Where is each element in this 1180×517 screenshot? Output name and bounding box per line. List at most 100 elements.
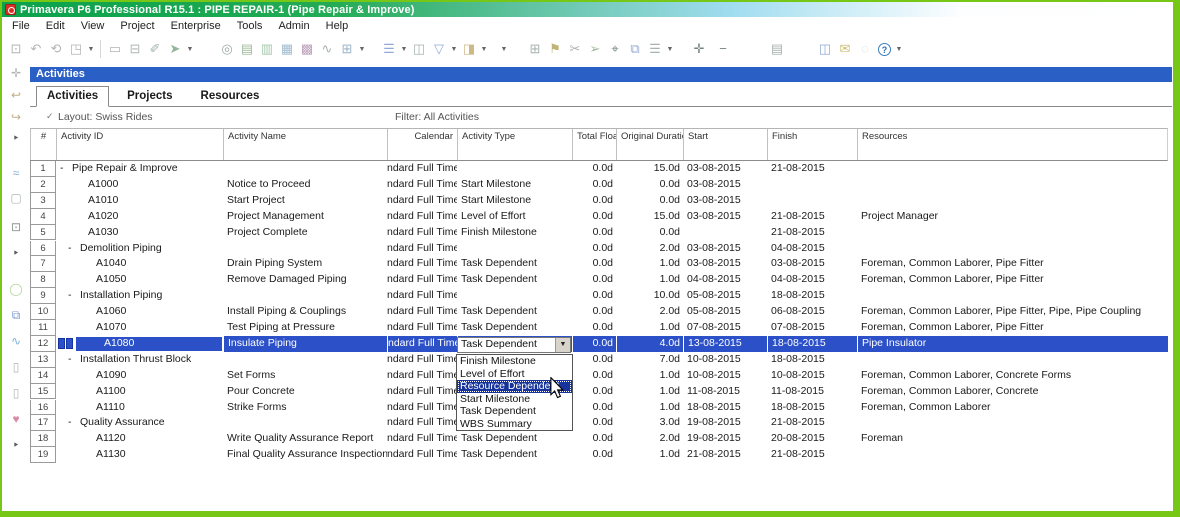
- cell-id[interactable]: A1010: [56, 193, 223, 209]
- table-row[interactable]: 13- Installation Thrust Block ndard Full T…: [30, 351, 1168, 368]
- anchor-icon[interactable]: ⌖: [605, 39, 625, 59]
- tab-resources[interactable]: Resources: [191, 87, 270, 106]
- cell-calendar[interactable]: ndard Full Time: [387, 304, 457, 320]
- activity-type-combo[interactable]: Task Dependent ▼: [457, 337, 571, 353]
- cell-calendar[interactable]: ndard Full Time: [387, 320, 457, 336]
- menu-item-admin[interactable]: Admin: [278, 20, 309, 32]
- cell-total_float[interactable]: 0.0d: [572, 447, 616, 463]
- table-row[interactable]: 11 A1070 Test Piping at Pressure ndard Full…: [30, 320, 1168, 336]
- table-row[interactable]: 19 A1130 Final Quality Assurance Inspectio…: [30, 447, 1168, 464]
- pan-icon[interactable]: ✛: [2, 66, 30, 80]
- dropdown-caret-icon[interactable]: ▼: [399, 46, 409, 53]
- small-arrow-icon[interactable]: ‣: [2, 131, 30, 145]
- cell-orig_duration[interactable]: 2.0d: [616, 241, 683, 257]
- cell-orig_duration[interactable]: 0.0d: [616, 225, 683, 241]
- undo-icon[interactable]: ↶: [26, 39, 46, 59]
- layout-toggle-icon[interactable]: ✓: [46, 111, 54, 122]
- cell-name[interactable]: Set Forms: [223, 368, 387, 384]
- table-row[interactable]: 4 A1020 Project Management ndard Full Time L…: [30, 208, 1168, 225]
- cell-id[interactable]: - Pipe Repair & Improve: [56, 161, 223, 177]
- page-icon[interactable]: ▯: [2, 360, 30, 374]
- comments-icon[interactable]: ✉: [835, 39, 855, 59]
- page-icon-2[interactable]: ▯: [2, 386, 30, 400]
- dropdown-caret-icon[interactable]: ▼: [357, 46, 367, 53]
- cell-resources[interactable]: [857, 177, 1168, 193]
- cell-name[interactable]: Write Quality Assurance Report: [223, 431, 387, 447]
- dropdown-option-wbs-summary[interactable]: WBS Summary: [457, 418, 572, 431]
- dropdown-caret-icon[interactable]: ▼: [499, 46, 509, 53]
- filter-icon[interactable]: ▽: [429, 39, 449, 59]
- cell-finish[interactable]: 07-08-2015: [767, 320, 857, 336]
- table-row[interactable]: 14 A1090 Set Forms ndard Full Time 0.0d 1.0d 1…: [30, 367, 1168, 384]
- loop-icon[interactable]: ◯: [2, 282, 30, 296]
- cell-total_float[interactable]: 0.0d: [572, 256, 616, 272]
- dropdown-caret-icon[interactable]: ▼: [665, 46, 675, 53]
- cell-resources[interactable]: [857, 225, 1168, 241]
- collapse-icon[interactable]: ⊟: [125, 39, 145, 59]
- cell-total_float[interactable]: 0.0d: [572, 352, 616, 368]
- cell-name[interactable]: [223, 161, 387, 177]
- cell-name[interactable]: Drain Piping System: [223, 256, 387, 272]
- cell-calendar[interactable]: ndard Full Time: [387, 177, 457, 193]
- print-preview-icon[interactable]: ▤: [237, 39, 257, 59]
- column-header-calendar[interactable]: Calendar: [387, 129, 457, 160]
- cell-total_float[interactable]: 0.0d: [572, 304, 616, 320]
- menu-item-tools[interactable]: Tools: [237, 20, 263, 32]
- cell-name[interactable]: [223, 288, 387, 304]
- cell-id[interactable]: A1080: [56, 336, 223, 352]
- tab-activities[interactable]: Activities: [36, 86, 110, 107]
- resource-histogram-icon[interactable]: ▥: [257, 39, 277, 59]
- cell-name[interactable]: Notice to Proceed: [223, 177, 387, 193]
- cell-calendar[interactable]: ndard Full Time: [387, 209, 457, 225]
- picture-icon[interactable]: ▩: [297, 39, 317, 59]
- column-header-finish[interactable]: Finish: [767, 129, 857, 160]
- column-header-original-duration[interactable]: Original Duration: [616, 129, 683, 160]
- cell-id[interactable]: A1050: [56, 272, 223, 288]
- cell-id[interactable]: A1110: [56, 400, 223, 416]
- cell-total_float[interactable]: 0.0d: [572, 193, 616, 209]
- cell-orig_duration[interactable]: 1.0d: [616, 272, 683, 288]
- cell-id[interactable]: A1000: [56, 177, 223, 193]
- print-icon[interactable]: ⊡: [6, 39, 26, 59]
- record-icon[interactable]: ◎: [217, 39, 237, 59]
- collapse-icon[interactable]: -: [68, 241, 80, 257]
- cell-name[interactable]: Insulate Piping: [223, 335, 387, 352]
- cell-start[interactable]: 03-08-2015: [683, 161, 767, 177]
- cell-start[interactable]: 03-08-2015: [683, 256, 767, 272]
- cell-name[interactable]: Project Complete: [223, 225, 387, 241]
- collapse-icon[interactable]: -: [68, 415, 80, 431]
- menu-item-file[interactable]: File: [12, 20, 30, 32]
- collapse-icon[interactable]: -: [68, 352, 80, 368]
- column-header-start[interactable]: Start: [683, 129, 767, 160]
- cell-finish[interactable]: 04-08-2015: [767, 272, 857, 288]
- table-row[interactable]: 16 A1110 Strike Forms ndard Full Time 0.0d 1.…: [30, 399, 1168, 416]
- small-arrow-icon-2[interactable]: ‣: [2, 246, 30, 260]
- cell-finish[interactable]: [767, 177, 857, 193]
- cell-total_float[interactable]: 0.0d: [572, 161, 616, 177]
- wave-icon[interactable]: ≈: [2, 166, 30, 180]
- group-sort-icon[interactable]: ☰: [379, 39, 399, 59]
- cell-calendar[interactable]: ndard Full Time: [387, 400, 457, 416]
- cell-orig_duration[interactable]: 1.0d: [616, 400, 683, 416]
- cell-name[interactable]: Start Project: [223, 193, 387, 209]
- cell-name[interactable]: Strike Forms: [223, 400, 387, 416]
- column-header-resources[interactable]: Resources: [857, 129, 1168, 160]
- cell-type[interactable]: Task Dependent: [457, 431, 572, 447]
- cell-start[interactable]: 04-08-2015: [683, 272, 767, 288]
- cell-id[interactable]: A1030: [56, 225, 223, 241]
- cell-orig_duration[interactable]: 1.0d: [616, 368, 683, 384]
- cell-finish[interactable]: 18-08-2015: [767, 400, 857, 416]
- cell-start[interactable]: 05-08-2015: [683, 288, 767, 304]
- table-row[interactable]: 8 A1050 Remove Damaged Piping ndard Full Ti…: [30, 272, 1168, 289]
- cell-type[interactable]: Task Dependent: [457, 320, 572, 336]
- pointer-icon[interactable]: ➤: [165, 39, 185, 59]
- outline-icon[interactable]: ☰: [645, 39, 665, 59]
- cell-total_float[interactable]: 0.0d: [572, 272, 616, 288]
- cell-name[interactable]: Remove Damaged Piping: [223, 272, 387, 288]
- menu-item-help[interactable]: Help: [326, 20, 349, 32]
- cell-calendar[interactable]: ndard Full Time: [387, 241, 457, 257]
- cell-total_float[interactable]: 0.0d: [572, 288, 616, 304]
- cell-total_float[interactable]: 0.0d: [572, 177, 616, 193]
- cell-finish[interactable]: 03-08-2015: [767, 256, 857, 272]
- cell-id[interactable]: A1090: [56, 368, 223, 384]
